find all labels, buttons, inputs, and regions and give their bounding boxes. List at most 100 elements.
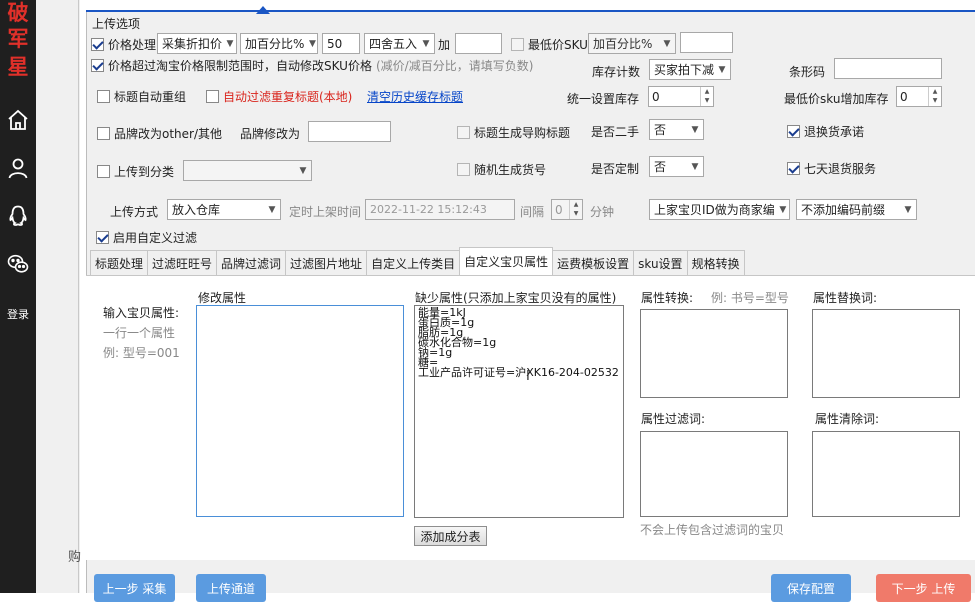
login-link[interactable]: 登录 [0, 306, 36, 322]
divider [78, 0, 79, 593]
chevron-down-icon: ▼ [663, 38, 671, 49]
tab-filter-wangwang[interactable]: 过滤旺旺号 [147, 250, 218, 275]
attr-convert-hint: 例: 书号=型号 [711, 291, 789, 305]
chevron-down-icon: ▼ [691, 124, 699, 135]
chevron-down-icon: ▼ [422, 38, 430, 49]
text-cursor-icon: I [526, 369, 530, 384]
min-sku-stock-stepper[interactable]: 0 ▲ ▼ [896, 86, 942, 107]
brand-change-input[interactable] [308, 121, 391, 142]
upload-channel-button[interactable]: 上传通道 [196, 574, 266, 602]
stepper-up-icon: ▲ [704, 88, 710, 95]
price-value-input[interactable]: 50 [322, 33, 360, 54]
attr-replace-label: 属性替换词: [813, 291, 878, 305]
barcode-input[interactable] [834, 58, 942, 79]
save-config-button[interactable]: 保存配置 [771, 574, 851, 602]
user-icon[interactable] [0, 156, 36, 183]
modify-attr-textarea[interactable] [196, 305, 404, 517]
brand-other-checkbox[interactable]: 品牌改为other/其他 [97, 125, 222, 142]
custom-made-select[interactable]: 否 ▼ [649, 156, 704, 177]
chevron-down-icon: ▼ [268, 204, 276, 215]
attr-convert-textarea[interactable] [640, 309, 788, 398]
chevron-down-icon: ▼ [226, 38, 234, 49]
tab-title-process[interactable]: 标题处理 [90, 250, 149, 275]
input-attr-label: 输入宝贝属性: [103, 306, 180, 320]
price-mode-select[interactable]: 加百分比% ▼ [240, 33, 318, 54]
brand-char-1: 破 [7, 0, 29, 25]
stepper-up-icon: ▲ [932, 88, 938, 95]
home-icon[interactable] [0, 108, 36, 135]
attr-replace-textarea[interactable] [812, 309, 960, 398]
schedule-label: 定时上架时间 [289, 205, 362, 219]
upload-category-checkbox[interactable]: 上传到分类 [97, 163, 174, 180]
attr-clear-textarea[interactable] [812, 431, 960, 517]
attr-clear-label: 属性清除词: [815, 412, 880, 426]
price-limit-checkbox[interactable]: 价格超过淘宝价格限制范围时，自动修改SKU价格 [91, 57, 372, 74]
upload-method-select[interactable]: 放入仓库 ▼ [167, 199, 281, 220]
guide-title-checkbox[interactable]: 标题生成导购标题 [457, 124, 570, 141]
clear-cache-link[interactable]: 清空历史缓存标题 [367, 88, 463, 105]
missing-attr-label: 缺少属性(只添加上家宝贝没有的属性) [415, 291, 617, 305]
price-process-checkbox[interactable]: 价格处理 [91, 36, 156, 53]
price-source-select[interactable]: 采集折扣价 ▼ [157, 33, 237, 54]
wechat-icon[interactable] [0, 252, 36, 279]
seven-day-return-checkbox[interactable]: 七天退货服务 [787, 160, 876, 177]
background-window [36, 0, 80, 593]
min-sku-mode-select[interactable]: 加百分比% ▼ [588, 33, 676, 54]
brand-change-label: 品牌修改为 [240, 127, 301, 141]
return-promise-checkbox[interactable]: 退换货承诺 [787, 123, 864, 140]
min-sku-value-input[interactable] [680, 32, 733, 53]
unified-stock-label: 统一设置库存 [567, 92, 640, 106]
next-step-upload-button[interactable]: 下一步 上传 [876, 574, 971, 602]
second-hand-label: 是否二手 [591, 125, 640, 139]
attr-convert-label: 属性转换: [641, 291, 694, 305]
tab-custom-category[interactable]: 自定义上传类目 [366, 250, 461, 275]
chevron-down-icon: ▼ [718, 64, 726, 75]
background-text: 购 [68, 550, 82, 565]
brand-char-3: 星 [7, 54, 29, 79]
schedule-datetime-input[interactable]: 2022-11-22 15:12:43 [365, 199, 515, 220]
missing-attr-textarea[interactable]: 能量=1kJ 蛋白质=1g 脂肪=1g 碳水化合物=1g 钠=1g 糖= 工业产… [414, 305, 624, 518]
modify-attr-label: 修改属性 [198, 291, 247, 305]
tab-shipping-template[interactable]: 运费模板设置 [552, 250, 635, 275]
category-select[interactable]: ▼ [183, 160, 312, 181]
section-title: 上传选项 [92, 17, 141, 31]
filter-hint: 不会上传包含过滤词的宝贝 [640, 523, 785, 537]
add-value-input[interactable] [455, 33, 502, 54]
merchant-code-select[interactable]: 上家宝贝ID做为商家编 ▼ [649, 199, 790, 220]
random-code-checkbox[interactable]: 随机生成货号 [457, 161, 546, 178]
chevron-down-icon: ▼ [779, 204, 787, 215]
tab-filter-image-url[interactable]: 过滤图片地址 [285, 250, 368, 275]
stepper-up-icon: ▲ [573, 201, 579, 208]
interval-stepper[interactable]: 0 ▲ ▼ [551, 199, 583, 220]
collapse-triangle-icon[interactable] [256, 6, 270, 14]
chevron-down-icon: ▼ [299, 165, 307, 176]
qq-icon[interactable] [0, 204, 36, 231]
chevron-down-icon: ▼ [904, 204, 912, 215]
attr-filter-textarea[interactable] [640, 431, 788, 517]
min-sku-checkbox[interactable]: 最低价SKU [511, 36, 588, 53]
stock-count-select[interactable]: 买家拍下减 ▼ [649, 59, 731, 80]
tab-bar: 标题处理 过滤旺旺号 品牌过滤词 过滤图片地址 自定义上传类目 自定义宝贝属性 … [90, 247, 745, 275]
code-prefix-select[interactable]: 不添加编码前缀 ▼ [796, 199, 917, 220]
barcode-label: 条形码 [789, 65, 826, 79]
add-ingredient-table-button[interactable]: 添加成分表 [414, 526, 487, 546]
app-sidebar [0, 0, 36, 593]
minutes-label: 分钟 [590, 205, 615, 219]
attr-filter-label: 属性过滤词: [641, 412, 706, 426]
chevron-down-icon: ▼ [691, 161, 699, 172]
custom-filter-checkbox[interactable]: 启用自定义过滤 [96, 229, 197, 246]
min-sku-stock-label: 最低价sku增加库存 [784, 92, 889, 106]
tab-brand-filter[interactable]: 品牌过滤词 [216, 250, 287, 275]
dup-title-filter-checkbox[interactable]: 自动过滤重复标题(本地) [206, 88, 352, 105]
title-regroup-checkbox[interactable]: 标题自动重组 [97, 88, 186, 105]
rounding-select[interactable]: 四舍五入 ▼ [364, 33, 435, 54]
second-hand-select[interactable]: 否 ▼ [649, 119, 704, 140]
tab-spec-convert[interactable]: 规格转换 [686, 250, 745, 275]
tab-custom-attributes[interactable]: 自定义宝贝属性 [459, 247, 554, 275]
brand-char-2: 军 [7, 26, 29, 51]
prev-step-collect-button[interactable]: 上一步 采集 [94, 574, 175, 602]
unified-stock-stepper[interactable]: 0 ▲ ▼ [648, 86, 714, 107]
stepper-down-icon: ▼ [932, 97, 938, 104]
tab-sku-settings[interactable]: sku设置 [633, 250, 688, 275]
example-hint: 例: 型号=001 [103, 346, 180, 360]
